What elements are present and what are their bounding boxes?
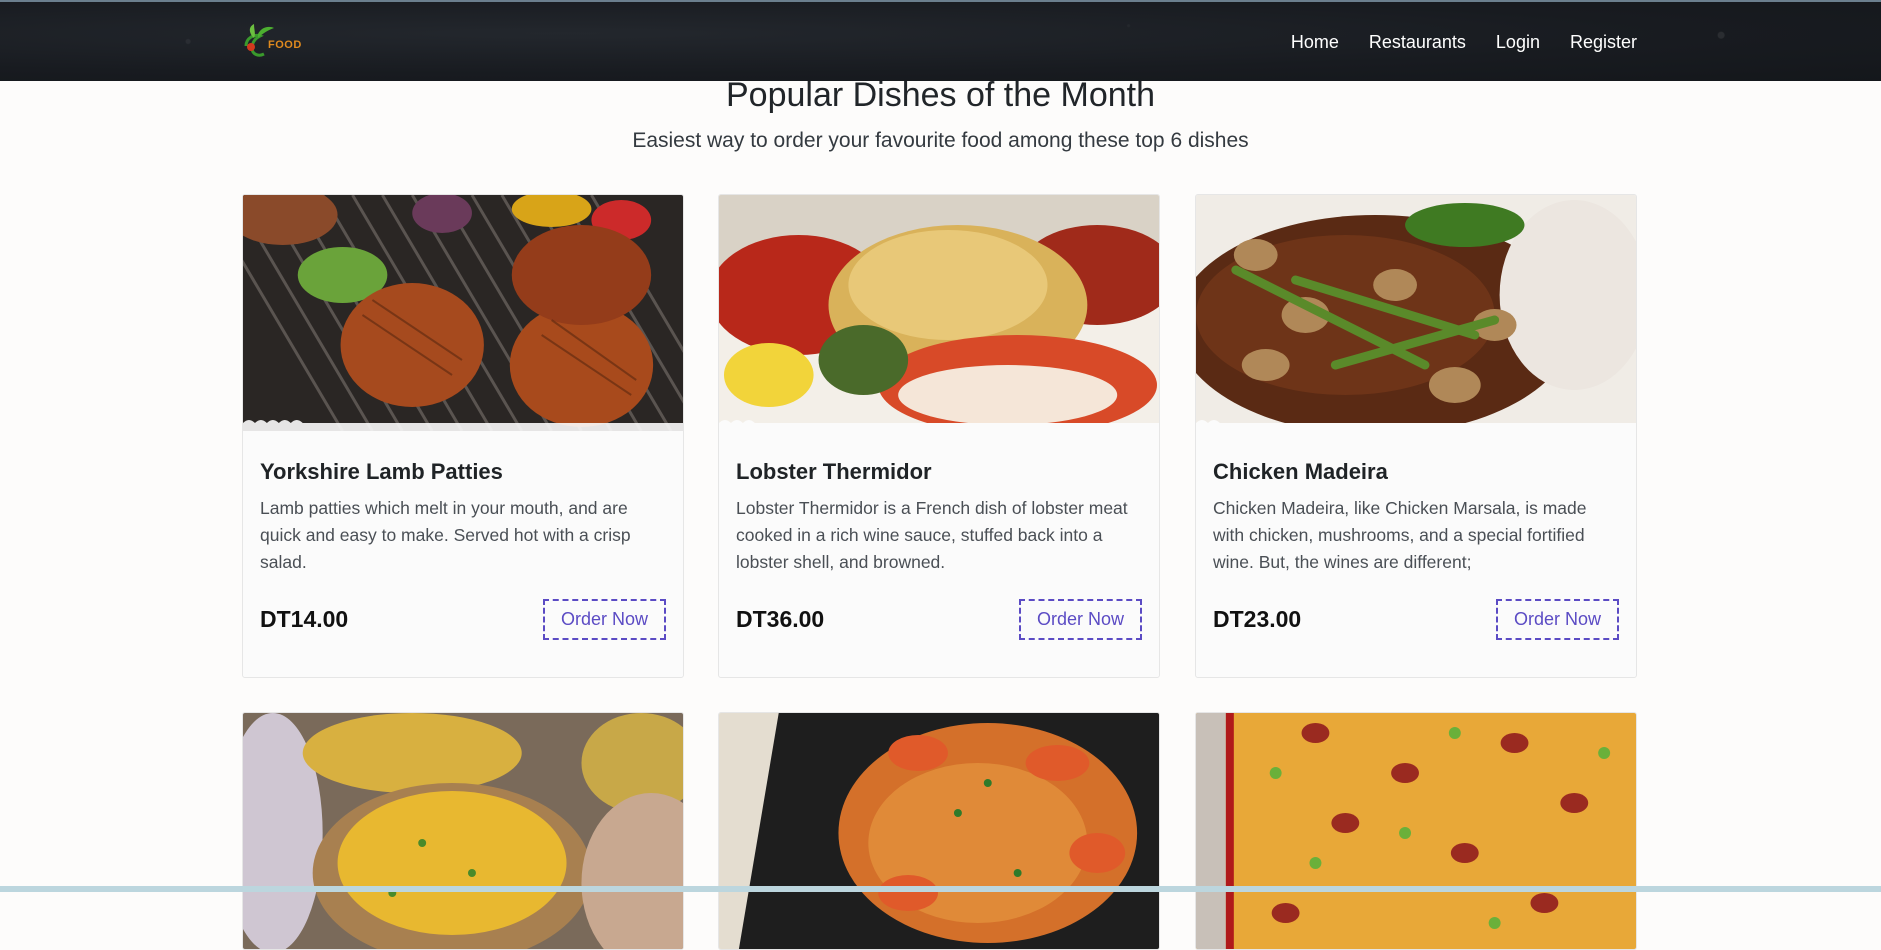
dish-card xyxy=(242,712,684,950)
dish-card: Yorkshire Lamb Patties Lamb patties whic… xyxy=(242,194,684,678)
dish-name: Chicken Madeira xyxy=(1213,459,1388,484)
dish-name: Yorkshire Lamb Patties xyxy=(260,459,503,484)
window-bottom-edge xyxy=(0,886,1881,892)
top-navbar: FOOD Home Restaurants Login Register xyxy=(0,0,1881,81)
dish-card xyxy=(718,712,1160,950)
dish-name: Lobster Thermidor xyxy=(736,459,932,484)
dish-image-cheesy-casserole xyxy=(1196,713,1636,949)
nav-links: Home Restaurants Login Register xyxy=(1276,2,1637,83)
nav-login-link[interactable]: Login xyxy=(1481,32,1555,53)
dish-image-potato-skins xyxy=(243,713,683,949)
dish-description: Chicken Madeira, like Chicken Marsala, i… xyxy=(1213,498,1587,572)
dish-card: Lobster Thermidor Lobster Thermidor is a… xyxy=(718,194,1160,678)
dish-footer: DT23.00 Order Now xyxy=(1213,599,1619,640)
dish-card xyxy=(1195,712,1637,950)
dish-card-body: Chicken Madeira Chicken Madeira, like Ch… xyxy=(1196,431,1636,677)
dish-price: DT14.00 xyxy=(260,606,349,632)
dish-footer: DT36.00 Order Now xyxy=(736,599,1142,640)
nav-home-link[interactable]: Home xyxy=(1276,32,1354,53)
section-subtitle: Easiest way to order your favourite food… xyxy=(632,129,1249,152)
dish-image-lobster-thermidor xyxy=(719,195,1159,431)
dish-card-body: Lobster Thermidor Lobster Thermidor is a… xyxy=(719,431,1159,677)
dish-card-body: Yorkshire Lamb Patties Lamb patties whic… xyxy=(243,431,683,677)
logo-text: FOOD xyxy=(268,39,302,51)
dish-image-chicken-madeira xyxy=(1196,195,1636,431)
nav-register-link[interactable]: Register xyxy=(1555,32,1637,53)
dish-description: Lamb patties which melt in your mouth, a… xyxy=(260,498,631,572)
brand-logo[interactable]: FOOD xyxy=(240,24,306,62)
order-now-button[interactable]: Order Now xyxy=(542,599,666,640)
dish-price: DT36.00 xyxy=(736,606,825,632)
dish-price: DT23.00 xyxy=(1213,606,1302,632)
dish-image-shrimp-spaghetti xyxy=(719,713,1159,949)
leaf-logo-icon xyxy=(244,24,274,57)
dish-card: Chicken Madeira Chicken Madeira, like Ch… xyxy=(1195,194,1637,678)
order-now-button[interactable]: Order Now xyxy=(1018,599,1142,640)
dish-footer: DT14.00 Order Now xyxy=(260,599,666,640)
order-now-button[interactable]: Order Now xyxy=(1495,599,1619,640)
nav-restaurants-link[interactable]: Restaurants xyxy=(1354,32,1481,53)
section-title: Popular Dishes of the Month xyxy=(725,76,1156,114)
dish-description: Lobster Thermidor is a French dish of lo… xyxy=(736,498,1128,572)
dish-image-lamb-patties xyxy=(243,195,683,431)
